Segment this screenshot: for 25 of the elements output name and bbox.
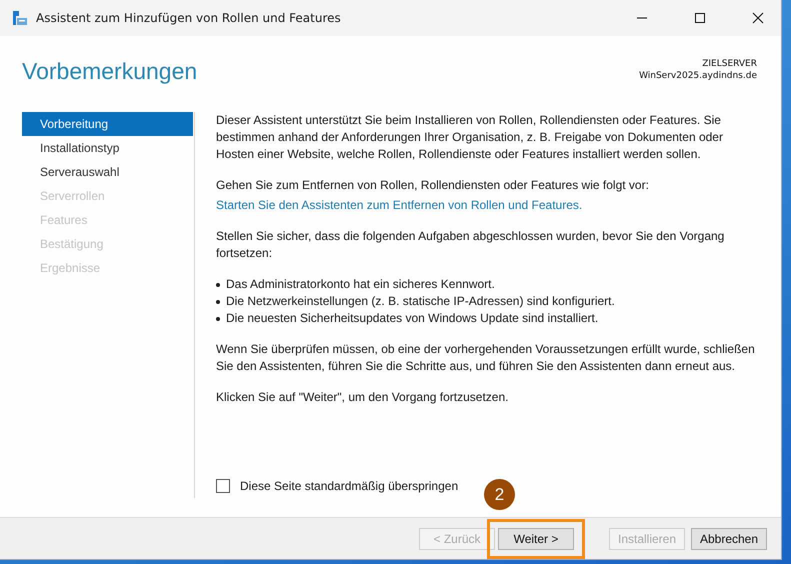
remove-wizard-link[interactable]: Starten Sie den Assistenten zum Entfernen von Rollen und Features. xyxy=(216,198,582,212)
list-item: Das Administratorkonto hat ein sicheres Kennwort. xyxy=(226,276,495,293)
paragraph: Stellen Sie sicher, dass die folgenden Aufgaben abgeschlossen wurden, bevor Sie den Vorgang fortsetzen: xyxy=(216,228,726,262)
bullet-icon xyxy=(216,300,220,304)
step-item[interactable]: Serverauswahl xyxy=(22,160,193,184)
step-item[interactable]: Vorbereitung xyxy=(22,112,193,136)
paragraph: Klicken Sie auf "Weiter", um den Vorgang fortzusetzen. xyxy=(216,389,510,406)
wizard-button[interactable]: Abbrechen xyxy=(691,528,767,550)
window-title: Assistent zum Hinzufügen von Rollen und Features xyxy=(36,11,342,25)
paragraph: Wenn Sie überprüfen müssen, ob eine der vorhergehenden Voraussetzungen erfüllt wurde, schließen Sie den Assistenten, führen Sie die Schritte aus, und führen Sie den Assistenten dann erneut aus. xyxy=(216,341,756,375)
server-name: WinServ2025.aydindns.de xyxy=(639,71,757,81)
page-title: Vorbemerkungen xyxy=(22,58,198,85)
server-manager-icon xyxy=(12,10,28,26)
list-item: Die Netzwerkeinstellungen (z. B. statische IP-Adressen) sind konfiguriert. xyxy=(226,293,615,310)
paragraph: Dieser Assistent unterstützt Sie beim Installieren von Rollen, Rollendiensten oder Features. Sie bestimmen anhand der Anforderungen Ihrer Organisation, z. B. Freigabe von Dokumenten oder Hosten einer Website, welche Rollen, Rollendienste oder Features installiert werden sollen. xyxy=(216,112,724,163)
paragraph: Gehen Sie zum Entfernen von Rollen, Rollendiensten oder Features wie folgt vor: xyxy=(216,177,650,194)
wizard-button[interactable]: Weiter > xyxy=(498,528,574,550)
bullet-icon xyxy=(216,316,220,320)
step-number-badge: 2 xyxy=(484,479,515,510)
checkbox[interactable] xyxy=(216,479,230,493)
bullet-icon xyxy=(216,282,220,286)
checkbox-label: Diese Seite standardmäßig überspringen xyxy=(240,479,458,493)
server-label: ZIELSERVER xyxy=(702,59,757,69)
step-item[interactable]: Installationstyp xyxy=(22,136,193,160)
list-item: Die neuesten Sicherheitsupdates von Windows Update sind installiert. xyxy=(226,310,598,327)
